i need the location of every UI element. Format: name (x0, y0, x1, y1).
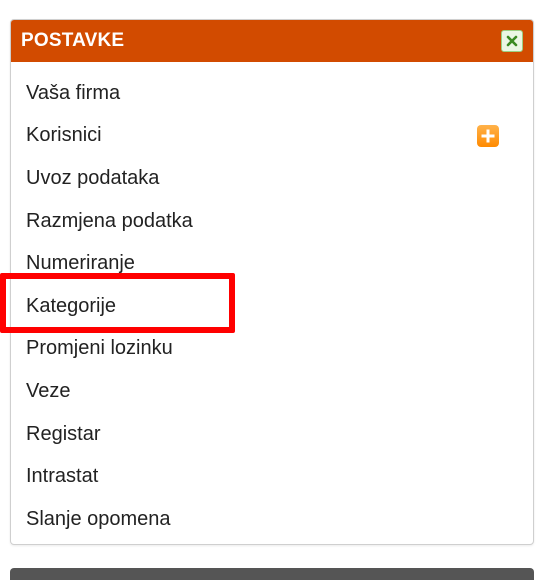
menu-item-korisnici[interactable]: Korisnici (11, 115, 533, 158)
menu-item-label: Vaša firma (26, 81, 121, 104)
settings-panel: POSTAVKE Vaša firma Korisnici Uvoz podat… (10, 19, 534, 545)
menu-item-numeriranje[interactable]: Numeriranje (11, 242, 533, 285)
close-button[interactable] (501, 30, 523, 52)
menu-item-label: Kategorije (26, 294, 117, 317)
menu-item-uvoz-podataka[interactable]: Uvoz podataka (11, 157, 533, 200)
settings-menu: Vaša firma Korisnici Uvoz podataka Razmj… (11, 72, 533, 541)
menu-item-label: Razmjena podatka (26, 209, 193, 232)
menu-item-intrastat[interactable]: Intrastat (11, 455, 533, 498)
menu-item-kategorije[interactable]: Kategorije (11, 285, 533, 328)
menu-item-registar[interactable]: Registar (11, 413, 533, 456)
menu-item-label: Uvoz podataka (26, 166, 160, 189)
menu-item-label: Registar (26, 422, 101, 445)
menu-item-vasa-firma[interactable]: Vaša firma (11, 72, 533, 115)
add-icon[interactable] (477, 124, 499, 147)
menu-item-label: Intrastat (26, 465, 99, 488)
menu-item-promjeni-lozinku[interactable]: Promjeni lozinku (11, 328, 533, 371)
menu-item-veze[interactable]: Veze (11, 370, 533, 413)
close-icon (506, 35, 518, 47)
menu-item-label: Veze (26, 379, 71, 402)
panel-header: POSTAVKE (11, 20, 533, 62)
menu-item-label: Promjeni lozinku (26, 337, 173, 360)
panel-title: POSTAVKE (21, 30, 125, 51)
menu-item-label: Numeriranje (26, 252, 135, 275)
menu-item-label: Slanje opomena (26, 507, 171, 530)
next-panel-header (10, 568, 534, 580)
top-divider (0, 0, 548, 8)
menu-item-razmjena-podatka[interactable]: Razmjena podatka (11, 200, 533, 243)
menu-item-slanje-opomena[interactable]: Slanje opomena (11, 498, 533, 541)
menu-item-label: Korisnici (26, 124, 102, 147)
